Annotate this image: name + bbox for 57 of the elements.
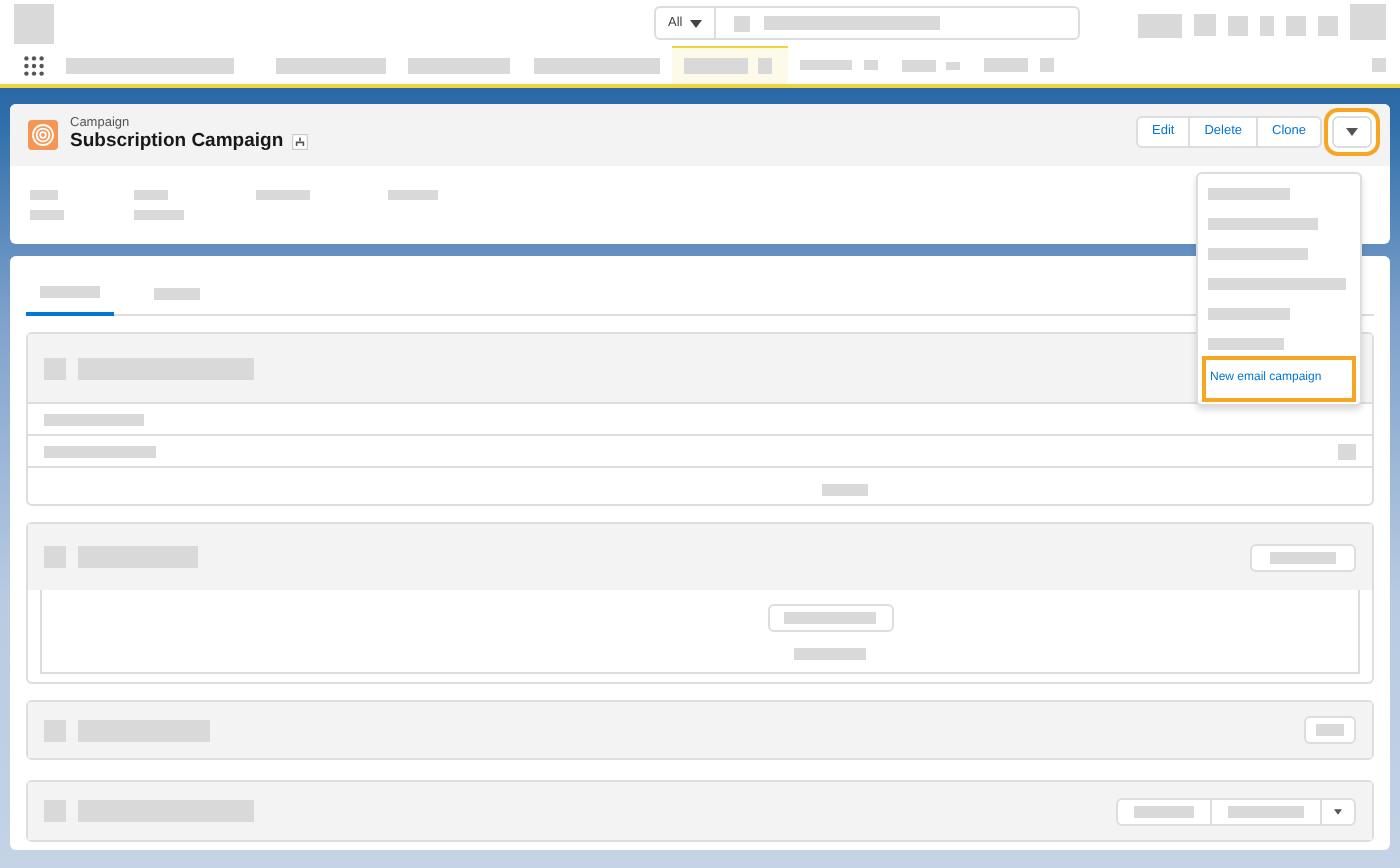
section-button[interactable]: [767, 603, 893, 631]
placeholder-bar: [44, 413, 144, 425]
placeholder-bar: [44, 546, 66, 568]
placeholder-bar: [1372, 58, 1386, 72]
placeholder-bar: [134, 190, 168, 200]
placeholder-bar: [30, 190, 58, 200]
placeholder-bar: [78, 719, 210, 741]
placeholder-bar: [14, 4, 54, 44]
placeholder-bar: [946, 61, 960, 69]
placeholder-bar: [984, 58, 1028, 72]
placeholder-bar: [44, 445, 156, 457]
placeholder-bar: [864, 60, 878, 70]
hierarchy-icon[interactable]: [291, 133, 308, 150]
caret-icon: [1346, 128, 1358, 136]
section-button[interactable]: [1250, 543, 1356, 571]
placeholder-bar: [1138, 13, 1182, 37]
placeholder-bar: [276, 57, 386, 73]
placeholder-bar: [1208, 308, 1290, 320]
placeholder-bar: [1208, 338, 1284, 350]
placeholder-bar: [30, 210, 64, 220]
target-icon: [28, 120, 58, 150]
placeholder-bar: [1228, 15, 1248, 35]
placeholder-bar: [44, 357, 66, 379]
app-launcher-icon[interactable]: [24, 55, 44, 75]
placeholder-bar: [1208, 248, 1308, 260]
placeholder-bar: [534, 57, 660, 73]
placeholder-bar: [1318, 15, 1338, 35]
caret-icon: [690, 19, 703, 27]
active-nav-tab[interactable]: [672, 46, 788, 84]
placeholder-bar: [1194, 14, 1216, 36]
placeholder-bar: [822, 483, 868, 495]
dropdown-button[interactable]: [1320, 797, 1356, 825]
placeholder-bar: [134, 210, 184, 220]
caret-icon: [1334, 807, 1342, 815]
record-title: Subscription Campaign: [70, 130, 284, 153]
placeholder-bar: [1208, 188, 1290, 200]
placeholder-bar: [388, 190, 438, 200]
placeholder-bar: [800, 60, 852, 70]
placeholder-bar: [44, 800, 66, 822]
section-button[interactable]: [1304, 716, 1356, 744]
placeholder-bar: [1350, 4, 1386, 40]
section-button[interactable]: [1210, 797, 1322, 825]
placeholder-bar: [1286, 15, 1306, 35]
placeholder-bar: [154, 287, 200, 299]
placeholder-bar: [1040, 58, 1054, 72]
placeholder-bar: [44, 719, 66, 741]
placeholder-bar: [734, 15, 751, 31]
placeholder-bar: [1208, 278, 1346, 290]
placeholder-bar: [408, 57, 510, 73]
placeholder-bar: [256, 190, 310, 200]
placeholder-bar: [1208, 218, 1318, 230]
placeholder-bar: [1338, 443, 1356, 459]
section-button[interactable]: [1116, 797, 1212, 825]
placeholder-bar: [78, 546, 198, 568]
placeholder-bar: [1260, 15, 1274, 35]
placeholder-bar: [902, 59, 936, 71]
placeholder-bar: [794, 647, 866, 659]
